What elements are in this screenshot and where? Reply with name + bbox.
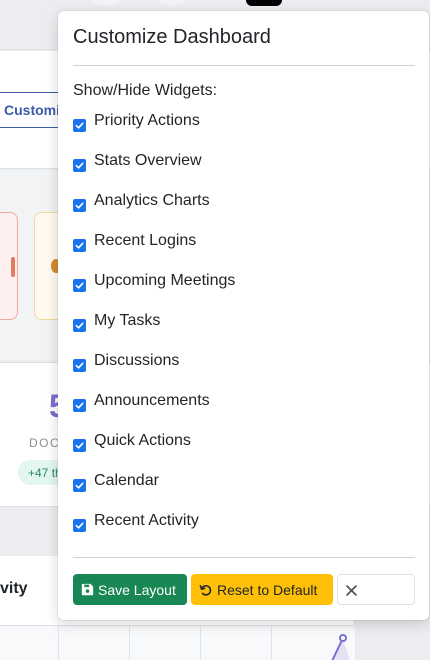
widget-label: Upcoming Meetings bbox=[94, 272, 236, 289]
widget-toggle-row[interactable]: Upcoming Meetings bbox=[73, 271, 415, 311]
widget-toggle-row[interactable]: My Tasks bbox=[73, 311, 415, 351]
nav-avatar[interactable] bbox=[246, 0, 282, 6]
widget-toggle-row[interactable]: Priority Actions bbox=[73, 111, 415, 151]
undo-icon bbox=[199, 584, 212, 596]
save-layout-label: Save Layout bbox=[98, 581, 176, 598]
widget-label: Stats Overview bbox=[94, 152, 202, 169]
widget-label: Analytics Charts bbox=[94, 192, 210, 209]
widget-label: My Tasks bbox=[94, 312, 161, 329]
divider bbox=[73, 557, 415, 558]
activity-card-title: vity bbox=[0, 580, 28, 597]
checkmark-icon bbox=[75, 242, 84, 249]
widget-checkbox[interactable] bbox=[73, 399, 86, 412]
customize-dashboard-panel: Customize Dashboard Show/Hide Widgets: P… bbox=[58, 11, 429, 620]
checkmark-icon bbox=[75, 282, 84, 289]
close-icon bbox=[346, 585, 357, 596]
widget-checkbox[interactable] bbox=[73, 239, 86, 252]
divider bbox=[73, 65, 415, 66]
checkmark-icon bbox=[75, 362, 84, 369]
checkmark-icon bbox=[75, 482, 84, 489]
widget-checkbox[interactable] bbox=[73, 519, 86, 532]
widget-label: Recent Logins bbox=[94, 232, 197, 249]
checkmark-icon bbox=[75, 442, 84, 449]
widget-label: Discussions bbox=[94, 352, 180, 369]
widget-toggle-row[interactable]: Stats Overview bbox=[73, 151, 415, 191]
save-layout-button[interactable]: Save Layout bbox=[73, 574, 187, 605]
chart-line bbox=[331, 634, 350, 660]
widget-toggle-row[interactable]: Discussions bbox=[73, 351, 415, 391]
alert-icon bbox=[11, 257, 15, 277]
widget-label: Announcements bbox=[94, 392, 210, 409]
checkmark-icon bbox=[75, 162, 84, 169]
stat-label: DOC bbox=[29, 436, 61, 450]
widget-checkbox[interactable] bbox=[73, 359, 86, 372]
widget-checkbox[interactable] bbox=[73, 279, 86, 292]
widget-checkbox[interactable] bbox=[73, 159, 86, 172]
checkmark-icon bbox=[75, 202, 84, 209]
widget-checkbox[interactable] bbox=[73, 119, 86, 132]
widget-checkbox[interactable] bbox=[73, 319, 86, 332]
checkmark-icon bbox=[75, 322, 84, 329]
widget-label: Priority Actions bbox=[94, 112, 200, 129]
widget-toggle-list: Priority Actions Stats Overview Analytics … bbox=[73, 111, 415, 551]
reset-default-label: Reset to Default bbox=[217, 581, 318, 598]
close-button[interactable] bbox=[337, 574, 415, 605]
widget-label: Recent Activity bbox=[94, 512, 199, 529]
widget-toggle-row[interactable]: Recent Logins bbox=[73, 231, 415, 271]
panel-title: Customize Dashboard bbox=[73, 26, 271, 48]
widget-toggle-row[interactable]: Announcements bbox=[73, 391, 415, 431]
checkmark-icon bbox=[75, 402, 84, 409]
checkmark-icon bbox=[75, 522, 84, 529]
widget-toggle-row[interactable]: Calendar bbox=[73, 471, 415, 511]
widget-toggle-row[interactable]: Recent Activity bbox=[73, 511, 415, 551]
widget-checkbox[interactable] bbox=[73, 199, 86, 212]
checkmark-icon bbox=[75, 122, 84, 129]
widget-label: Calendar bbox=[94, 472, 159, 489]
widget-checkbox[interactable] bbox=[73, 479, 86, 492]
widget-toggle-row[interactable]: Quick Actions bbox=[73, 431, 415, 471]
widget-label: Quick Actions bbox=[94, 432, 191, 449]
floppy-disk-icon bbox=[81, 583, 94, 596]
widget-checkbox[interactable] bbox=[73, 439, 86, 452]
reset-default-button[interactable]: Reset to Default bbox=[191, 574, 333, 605]
section-label: Show/Hide Widgets: bbox=[73, 82, 218, 99]
priority-card[interactable] bbox=[0, 212, 18, 320]
activity-chart bbox=[0, 625, 355, 660]
widget-toggle-row[interactable]: Analytics Charts bbox=[73, 191, 415, 231]
